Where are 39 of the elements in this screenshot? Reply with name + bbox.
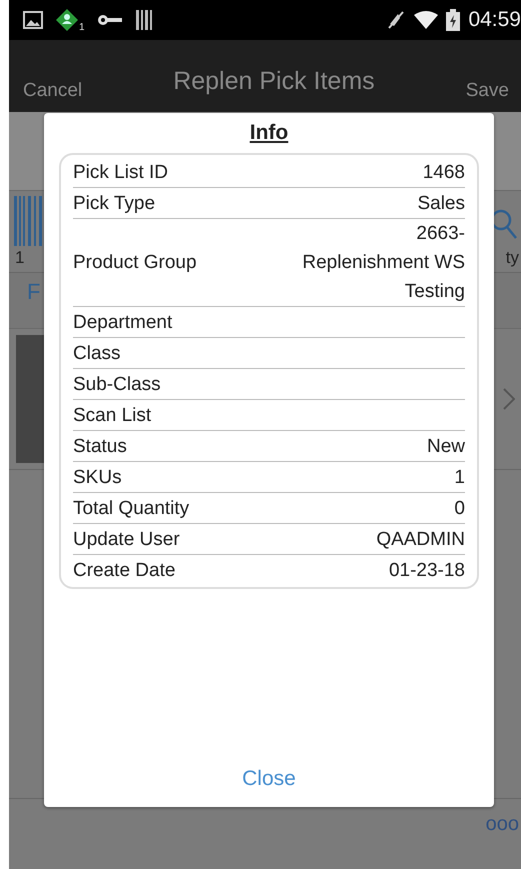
scan-count: 1 <box>15 248 24 268</box>
field-value: 0 <box>454 496 465 520</box>
field-value: New <box>426 434 465 458</box>
field-value: Sales <box>417 192 465 216</box>
user-badge-icon <box>55 8 81 32</box>
status-time: 04:59 <box>468 8 521 32</box>
field-value: 2663- Replenishment WS Testing <box>301 222 465 304</box>
close-button[interactable]: Close <box>232 763 306 795</box>
barcode-icon <box>134 9 153 31</box>
chevron-right-icon <box>503 388 515 410</box>
image-icon <box>23 11 43 29</box>
field-label: Total Quantity <box>73 496 190 520</box>
field-label: Pick Type <box>73 192 156 216</box>
field-label: Sub-Class <box>73 372 161 396</box>
field-label: SKUs <box>73 466 122 490</box>
barcode-icon <box>14 196 44 246</box>
mute-icon <box>386 10 406 30</box>
screen-title: Replen Pick Items <box>173 67 375 97</box>
field-value: QAADMIN <box>376 528 465 552</box>
field-label: Product Group <box>73 251 197 275</box>
field-label: Department <box>73 310 172 334</box>
battery-icon <box>446 9 460 31</box>
save-button[interactable]: Save <box>464 76 511 106</box>
notification-count: 1 <box>79 22 85 32</box>
more-button[interactable]: ooo <box>486 813 519 836</box>
cancel-button[interactable]: Cancel <box>21 76 84 106</box>
field-label: Update User <box>73 528 180 552</box>
field-value: 1 <box>454 466 465 490</box>
field-value: 01-23-18 <box>388 558 465 582</box>
wifi-icon <box>414 10 438 30</box>
field-label: Class <box>73 342 121 366</box>
field-label: Status <box>73 434 127 458</box>
field-label: Create Date <box>73 558 176 582</box>
field-label: Pick List ID <box>73 160 168 184</box>
field-label: Scan List <box>73 404 152 428</box>
field-value: 1468 <box>422 160 465 184</box>
key-icon <box>96 13 123 27</box>
column-label: ty <box>506 248 519 268</box>
dialog-title: Info <box>250 121 288 145</box>
